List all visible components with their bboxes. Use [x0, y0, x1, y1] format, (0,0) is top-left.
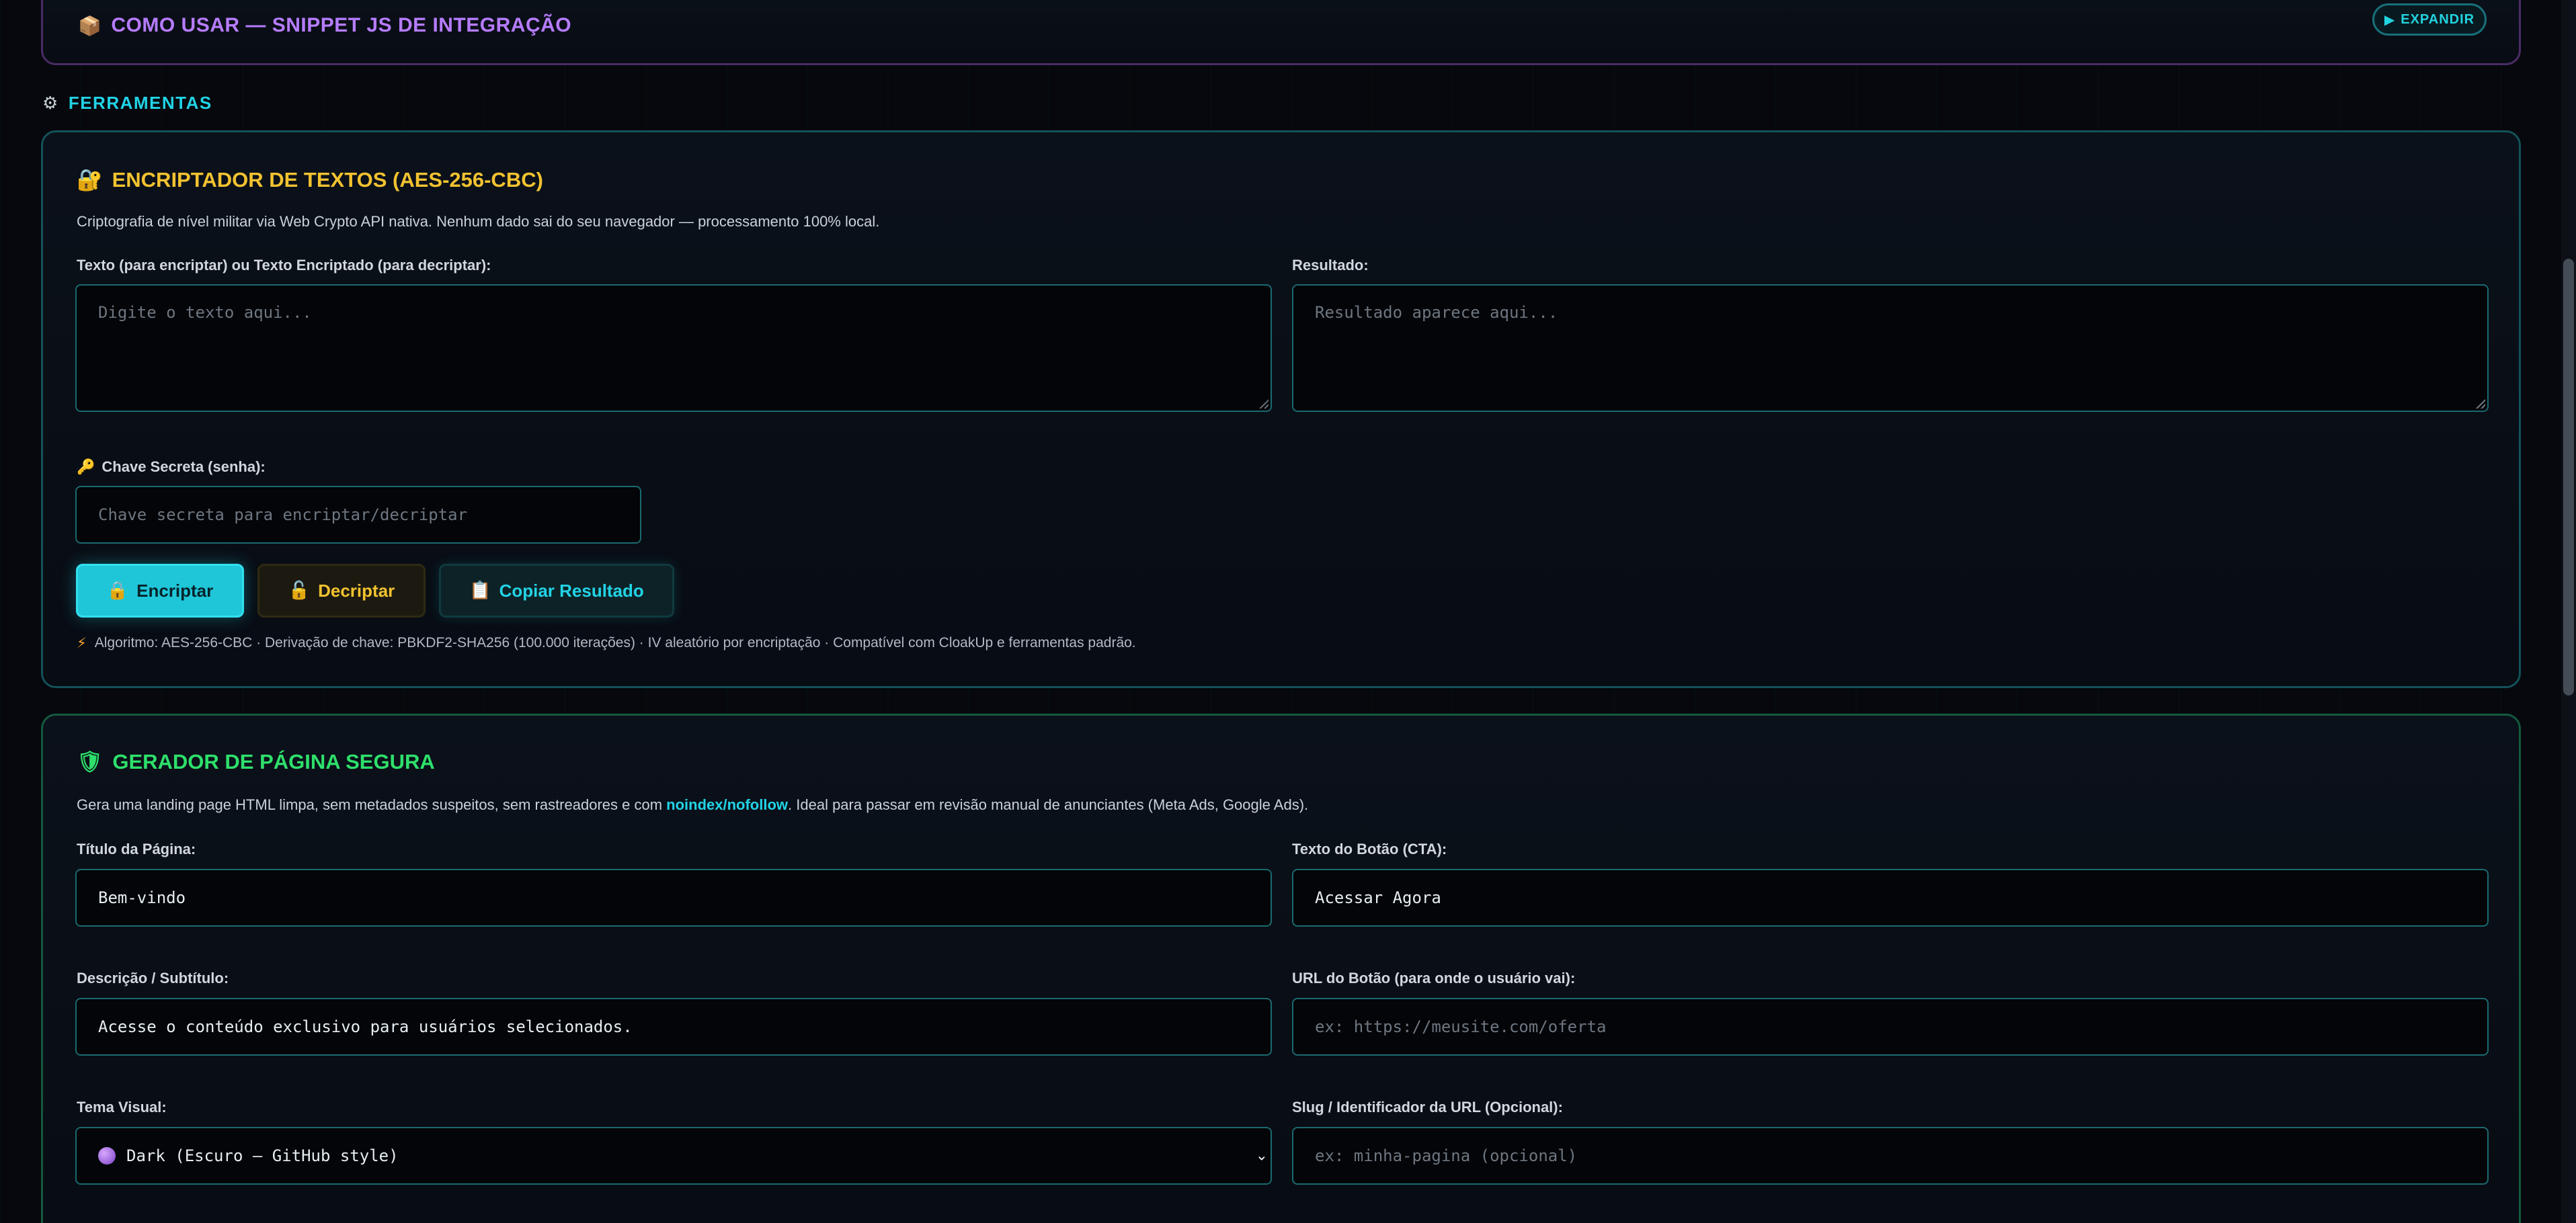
subtitle-value: Acesse o conteúdo exclusivo para usuário… — [98, 1017, 633, 1036]
generator-title: 🛡 GERADOR DE PÁGINA SEGURA — [77, 749, 435, 775]
theme-select-value: Dark (Escuro — GitHub style) — [126, 1146, 399, 1165]
slug-label: Slug / Identificador da URL (Opcional): — [1292, 1099, 1563, 1116]
button-url-input[interactable]: ex: https://meusite.com/oferta — [1292, 998, 2489, 1056]
encryptor-result-label: Resultado: — [1292, 257, 1369, 274]
page-title-value: Bem-vindo — [98, 888, 186, 907]
page-scrollbar[interactable] — [2561, 0, 2576, 1223]
encrypt-button[interactable]: 🔒 Encriptar — [76, 564, 244, 618]
theme-label: Tema Visual: — [77, 1099, 167, 1116]
lightning-icon: ⚡ — [77, 635, 87, 651]
expand-button-label: EXPANDIR — [2401, 11, 2475, 27]
tools-section-label: FERRAMENTAS — [68, 93, 212, 113]
main-content: 📦 COMO USAR — SNIPPET JS DE INTEGRAÇÃO ▶… — [41, 0, 2521, 1223]
encryptor-result-label-text: Resultado: — [1292, 257, 1369, 273]
cta-label-text: Texto do Botão (CTA): — [1292, 841, 1447, 857]
theme-label-text: Tema Visual: — [77, 1099, 167, 1115]
tools-section-header: ⚙ FERRAMENTAS — [42, 93, 212, 114]
page-generator-card: 🛡 GERADOR DE PÁGINA SEGURA Gera uma land… — [41, 714, 2521, 1223]
lock-closed-icon: 🔒 — [106, 581, 129, 601]
generator-description-part2: . Ideal para passar em revisão manual de… — [788, 796, 1309, 813]
secret-key-placeholder: Chave secreta para encriptar/decriptar — [98, 505, 468, 524]
algorithm-note-text: Algoritmo: AES-256-CBC · Derivação de ch… — [94, 635, 1136, 650]
slug-placeholder: ex: minha-pagina (opcional) — [1315, 1146, 1578, 1165]
package-icon: 📦 — [78, 14, 102, 37]
cta-value: Acessar Agora — [1315, 888, 1441, 907]
generator-title-text: GERADOR DE PÁGINA SEGURA — [112, 749, 435, 773]
encryptor-input-label: Texto (para encriptar) ou Texto Encripta… — [77, 257, 491, 274]
lock-open-icon: 🔓 — [288, 581, 311, 601]
encryptor-description: Criptografia de nível militar via Web Cr… — [77, 213, 880, 230]
usage-snippet-title-text: COMO USAR — SNIPPET JS DE INTEGRAÇÃO — [111, 14, 572, 36]
generator-description-part1: Gera uma landing page HTML limpa, sem me… — [77, 796, 667, 813]
page-title-label-text: Título da Página: — [77, 841, 196, 857]
page-title-input[interactable]: Bem-vindo — [75, 869, 1272, 927]
expand-button[interactable]: ▶ EXPANDIR — [2372, 3, 2487, 36]
secret-key-label-text: Chave Secreta (senha): — [102, 458, 266, 475]
subtitle-input[interactable]: Acesse o conteúdo exclusivo para usuário… — [75, 998, 1272, 1056]
decrypt-button-label: Decriptar — [318, 580, 395, 601]
generator-description: Gera uma landing page HTML limpa, sem me… — [77, 796, 1308, 814]
encrypt-button-label: Encriptar — [136, 580, 214, 601]
button-url-label-text: URL do Botão (para onde o usuário vai): — [1292, 970, 1576, 986]
chevron-down-icon: ⌄ — [1255, 1147, 1268, 1165]
secret-key-label: 🔑 Chave Secreta (senha): — [77, 458, 266, 476]
slug-input[interactable]: ex: minha-pagina (opcional) — [1292, 1127, 2489, 1185]
usage-snippet-card: 📦 COMO USAR — SNIPPET JS DE INTEGRAÇÃO ▶… — [41, 0, 2521, 65]
lock-icon: 🔐 — [77, 168, 103, 192]
theme-select[interactable]: Dark (Escuro — GitHub style) ⌄ — [75, 1127, 1272, 1185]
scrollbar-thumb[interactable] — [2563, 259, 2574, 695]
usage-snippet-title: 📦 COMO USAR — SNIPPET JS DE INTEGRAÇÃO — [78, 14, 571, 37]
cta-label: Texto do Botão (CTA): — [1292, 841, 1447, 858]
algorithm-note: ⚡ Algoritmo: AES-256-CBC · Derivação de … — [77, 635, 1136, 651]
clipboard-icon: 📋 — [469, 581, 491, 601]
play-icon: ▶ — [2384, 11, 2396, 28]
purple-circle-icon — [98, 1147, 116, 1165]
encryptor-input-textarea[interactable]: Digite o texto aqui... — [75, 284, 1272, 412]
encryptor-input-placeholder: Digite o texto aqui... — [98, 303, 312, 322]
encryptor-result-textarea[interactable]: Resultado aparece aqui... — [1292, 284, 2489, 412]
subtitle-label: Descrição / Subtítulo: — [77, 970, 229, 987]
resize-handle[interactable] — [2476, 399, 2485, 409]
encryptor-input-label-text: Texto (para encriptar) ou Texto Encripta… — [77, 257, 491, 273]
slug-label-text: Slug / Identificador da URL (Opcional): — [1292, 1099, 1563, 1115]
secret-key-input[interactable]: Chave secreta para encriptar/decriptar — [75, 486, 641, 544]
encryptor-title: 🔐 ENCRIPTADOR DE TEXTOS (AES-256-CBC) — [77, 167, 543, 193]
decrypt-button[interactable]: 🔓 Decriptar — [257, 564, 426, 618]
gear-icon: ⚙ — [42, 93, 59, 114]
copy-result-button-label: Copiar Resultado — [499, 580, 644, 601]
encryptor-card: 🔐 ENCRIPTADOR DE TEXTOS (AES-256-CBC) Cr… — [41, 130, 2521, 688]
subtitle-label-text: Descrição / Subtítulo: — [77, 970, 229, 986]
button-url-placeholder: ex: https://meusite.com/oferta — [1315, 1017, 1607, 1036]
generator-description-highlight: noindex/nofollow — [666, 796, 789, 813]
page-title-label: Título da Página: — [77, 841, 196, 858]
key-icon: 🔑 — [77, 458, 95, 476]
copy-result-button[interactable]: 📋 Copiar Resultado — [439, 564, 674, 618]
button-url-label: URL do Botão (para onde o usuário vai): — [1292, 970, 1575, 987]
resize-handle[interactable] — [1259, 399, 1269, 409]
encryptor-result-placeholder: Resultado aparece aqui... — [1315, 303, 1558, 322]
cta-input[interactable]: Acessar Agora — [1292, 869, 2489, 927]
encryptor-title-text: ENCRIPTADOR DE TEXTOS (AES-256-CBC) — [112, 167, 543, 192]
shield-icon: 🛡 — [77, 750, 104, 774]
